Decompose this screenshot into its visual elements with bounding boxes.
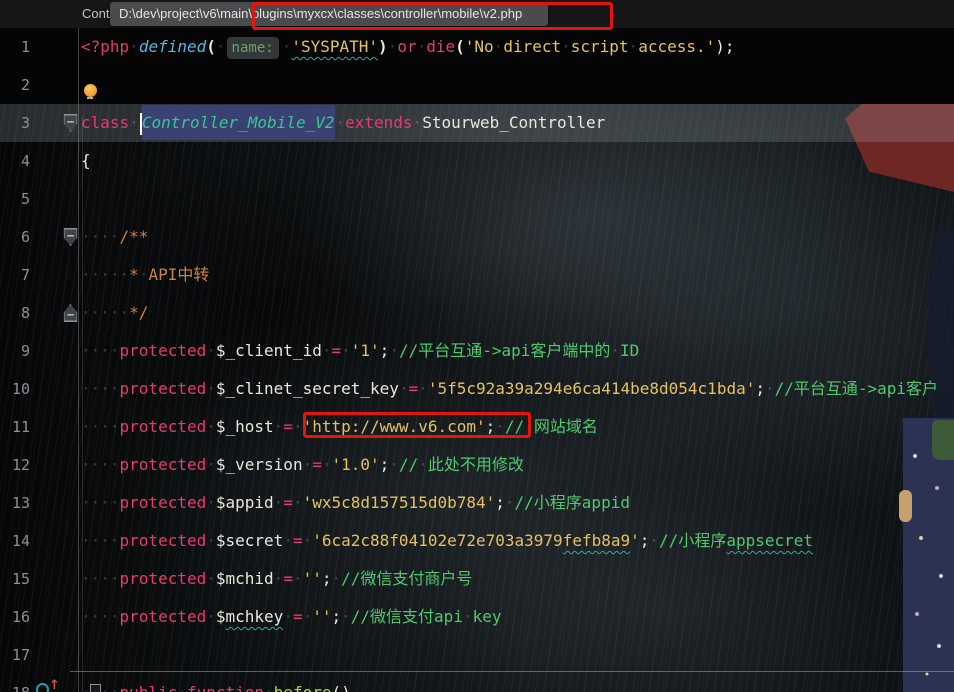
lightbulb-icon[interactable] [84, 84, 97, 97]
ide-window: Cont D:\dev\project\v6\main\plugins\myxc… [0, 0, 954, 692]
override-method-icon[interactable] [36, 680, 58, 692]
fold-end-icon[interactable] [63, 304, 78, 322]
fold-square-icon[interactable] [90, 684, 101, 692]
annotation-rect-host [303, 412, 531, 438]
gutter-icons [0, 28, 954, 692]
annotation-rect-path [252, 2, 613, 30]
tab-label[interactable]: Cont [82, 6, 109, 21]
code-editor[interactable]: 1<?php·defined(·name:·'SYSPATH')·or·die(… [0, 28, 954, 692]
fold-collapse-icon[interactable] [63, 228, 78, 246]
fold-collapse-icon[interactable] [63, 114, 78, 132]
